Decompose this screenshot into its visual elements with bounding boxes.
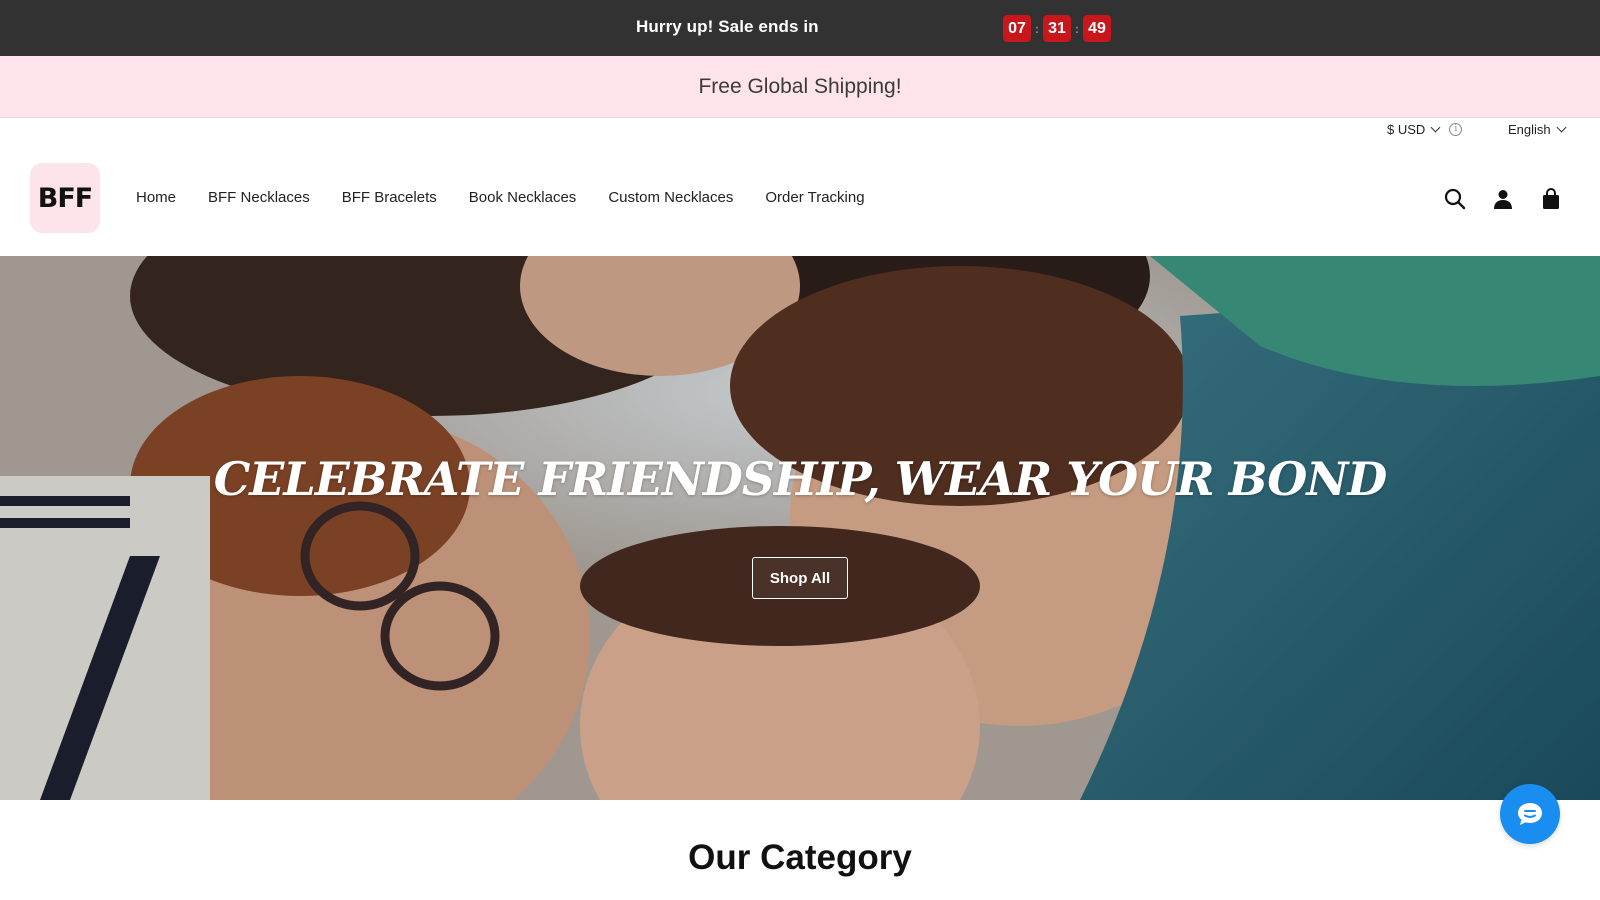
announcement-bar: Free Global Shipping! <box>0 56 1600 118</box>
nav-item-home[interactable]: Home <box>136 189 176 206</box>
currency-label: $ USD <box>1387 121 1426 137</box>
shop-all-button[interactable]: Shop All <box>752 557 848 599</box>
logo-text: BFF <box>37 182 93 214</box>
hero-overlay <box>0 256 1600 800</box>
countdown-bar: Hurry up! Sale ends in 07 : 31 : 49 <box>0 0 1600 56</box>
chat-button[interactable] <box>1500 784 1560 844</box>
timer-separator: : <box>1075 21 1079 36</box>
language-selector[interactable]: English <box>1508 120 1567 138</box>
timer-seconds: 49 <box>1083 15 1111 42</box>
nav-item-bff-bracelets[interactable]: BFF Bracelets <box>342 189 437 206</box>
chat-icon <box>1518 803 1542 825</box>
nav-item-bff-necklaces[interactable]: BFF Necklaces <box>208 189 310 206</box>
nav-item-custom-necklaces[interactable]: Custom Necklaces <box>608 189 733 206</box>
countdown-text: Hurry up! Sale ends in <box>636 17 819 36</box>
countdown-timer: 07 : 31 : 49 <box>1003 15 1111 42</box>
account-icon[interactable] <box>1491 187 1515 211</box>
info-icon[interactable]: i <box>1449 122 1463 136</box>
shipping-text: Free Global Shipping! <box>698 74 902 98</box>
nav-item-book-necklaces[interactable]: Book Necklaces <box>469 189 577 206</box>
timer-hours: 07 <box>1003 15 1031 42</box>
nav-item-order-tracking[interactable]: Order Tracking <box>765 189 864 206</box>
search-icon[interactable] <box>1443 187 1467 211</box>
timer-minutes: 31 <box>1043 15 1071 42</box>
currency-selector[interactable]: $ USD i <box>1387 120 1463 138</box>
main-nav: Home BFF Necklaces BFF Bracelets Book Ne… <box>136 189 897 206</box>
logo[interactable]: BFF <box>30 163 100 233</box>
header-icons <box>1443 187 1587 211</box>
cart-icon[interactable] <box>1539 187 1563 211</box>
hero-banner: CELEBRATE FRIENDSHIP, WEAR YOUR BOND Sho… <box>0 256 1600 800</box>
timer-separator: : <box>1035 21 1039 36</box>
hero-title: CELEBRATE FRIENDSHIP, WEAR YOUR BOND <box>213 452 1388 506</box>
section-title: Our Category <box>688 838 912 877</box>
language-label: English <box>1508 121 1551 137</box>
chevron-down-icon <box>1430 122 1441 132</box>
chevron-down-icon <box>1556 122 1567 132</box>
